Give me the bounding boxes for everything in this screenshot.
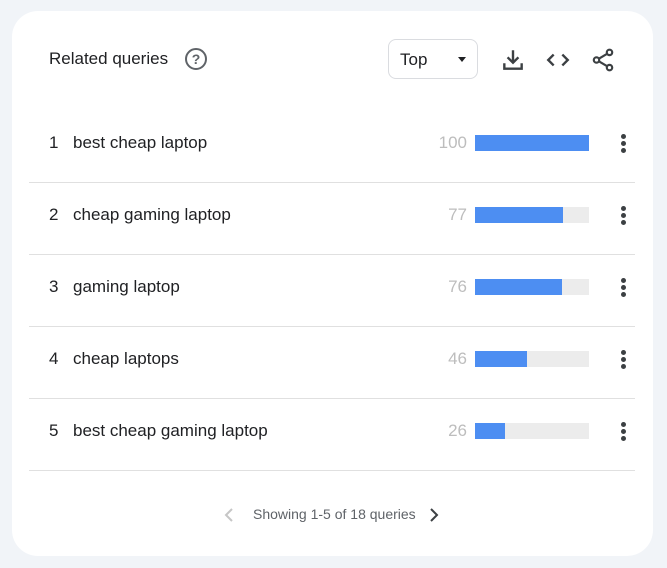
share-icon xyxy=(592,48,614,72)
share-button[interactable] xyxy=(590,47,616,73)
query-text[interactable]: best cheap laptop xyxy=(73,133,207,153)
query-rank: 5 xyxy=(49,421,59,440)
query-rank: 1 xyxy=(49,133,59,152)
query-value: 100 xyxy=(438,133,467,152)
download-button[interactable] xyxy=(500,47,526,73)
query-row[interactable]: 1 best cheap laptop 100 xyxy=(29,111,635,183)
more-vert-icon xyxy=(620,422,626,427)
value-bar-fill xyxy=(475,279,562,295)
next-page-button[interactable] xyxy=(427,506,441,524)
card-title: Related queries xyxy=(49,49,169,68)
value-bar-track xyxy=(475,423,589,439)
caret-down-icon xyxy=(458,57,466,62)
value-bar-fill xyxy=(475,423,505,439)
sort-select-value: Top xyxy=(400,50,428,69)
query-row[interactable]: 3 gaming laptop 76 xyxy=(29,255,635,327)
query-text[interactable]: gaming laptop xyxy=(73,277,180,297)
query-value: 77 xyxy=(448,205,467,224)
more-vert-icon xyxy=(620,278,626,283)
pagination-text: Showing 1-5 of 18 queries xyxy=(253,506,416,522)
more-options-button[interactable] xyxy=(613,133,633,155)
query-rank: 2 xyxy=(49,205,59,224)
chevron-right-icon xyxy=(430,508,439,522)
value-bar-track xyxy=(475,279,589,295)
related-queries-card: Related queries ? Top 1 best cheap lapto… xyxy=(12,11,653,556)
more-vert-icon xyxy=(620,134,626,139)
embed-button[interactable] xyxy=(545,47,571,73)
query-value: 76 xyxy=(448,277,467,296)
chevron-left-icon xyxy=(224,508,233,522)
value-bar-track xyxy=(475,351,589,367)
query-rank: 3 xyxy=(49,277,59,296)
value-bar-track xyxy=(475,207,589,223)
query-text[interactable]: best cheap gaming laptop xyxy=(73,421,268,441)
more-options-button[interactable] xyxy=(613,205,633,227)
embed-code-icon xyxy=(546,53,570,67)
query-text[interactable]: cheap gaming laptop xyxy=(73,205,231,225)
query-row[interactable]: 2 cheap gaming laptop 77 xyxy=(29,183,635,255)
more-options-button[interactable] xyxy=(613,421,633,443)
query-text[interactable]: cheap laptops xyxy=(73,349,179,369)
prev-page-button[interactable] xyxy=(222,506,236,524)
queries-list: 1 best cheap laptop 100 2 cheap gaming l… xyxy=(29,111,635,471)
query-rank: 4 xyxy=(49,349,59,368)
download-icon xyxy=(503,50,523,70)
more-options-button[interactable] xyxy=(613,277,633,299)
query-row[interactable]: 5 best cheap gaming laptop 26 xyxy=(29,399,635,471)
value-bar-fill xyxy=(475,207,563,223)
help-icon[interactable]: ? xyxy=(185,48,207,70)
value-bar-fill xyxy=(475,351,528,367)
card-header: Related queries ? Top xyxy=(12,11,653,111)
query-value: 26 xyxy=(448,421,467,440)
more-options-button[interactable] xyxy=(613,349,633,371)
query-row[interactable]: 4 cheap laptops 46 xyxy=(29,327,635,399)
query-value: 46 xyxy=(448,349,467,368)
value-bar-track xyxy=(475,135,589,151)
pagination: Showing 1-5 of 18 queries xyxy=(12,506,653,526)
more-vert-icon xyxy=(620,206,626,211)
more-vert-icon xyxy=(620,350,626,355)
sort-select[interactable]: Top xyxy=(388,39,478,79)
value-bar-fill xyxy=(475,135,589,151)
